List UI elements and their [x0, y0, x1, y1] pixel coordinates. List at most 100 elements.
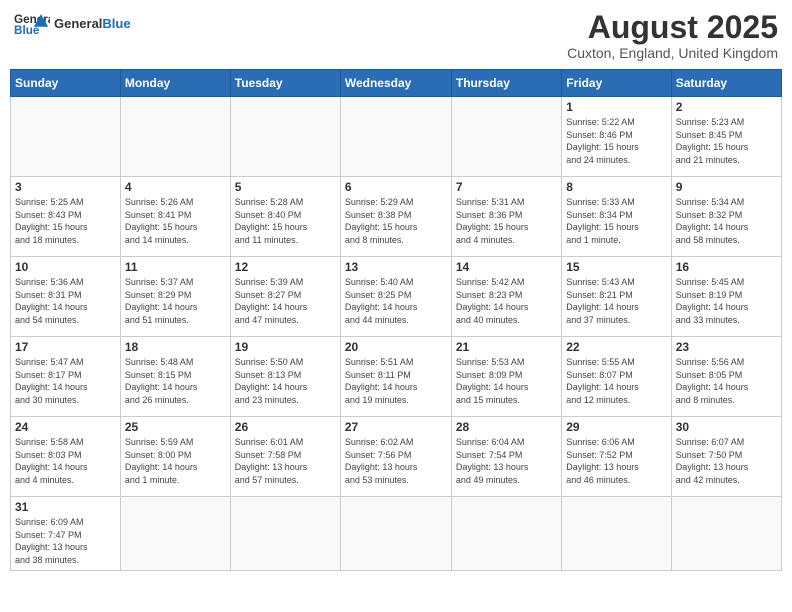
header: General Blue GeneralBlue August 2025 Cux… — [10, 10, 782, 61]
calendar-cell: 18 Sunrise: 5:48 AM Sunset: 8:15 PM Dayli… — [120, 337, 230, 417]
day-info: Sunrise: 5:56 AM Sunset: 8:05 PM Dayligh… — [676, 356, 777, 406]
calendar-cell: 7 Sunrise: 5:31 AM Sunset: 8:36 PM Daylig… — [451, 177, 561, 257]
weekday-header-friday: Friday — [562, 70, 671, 97]
day-info: Sunrise: 6:02 AM Sunset: 7:56 PM Dayligh… — [345, 436, 447, 486]
calendar-cell: 20Sunrise: 5:51 AM Sunset: 8:11 PM Dayli… — [340, 337, 451, 417]
weekday-header-monday: Monday — [120, 70, 230, 97]
calendar-cell: 29 Sunrise: 6:06 AM Sunset: 7:52 PM Dayli… — [562, 417, 671, 497]
day-info: Sunrise: 5:33 AM Sunset: 8:34 PM Dayligh… — [566, 196, 666, 246]
calendar-cell: 4Sunrise: 5:26 AM Sunset: 8:41 PM Daylig… — [120, 177, 230, 257]
weekday-header-thursday: Thursday — [451, 70, 561, 97]
calendar-table: SundayMondayTuesdayWednesdayThursdayFrid… — [10, 69, 782, 570]
calendar-cell — [120, 497, 230, 570]
calendar-cell — [340, 497, 451, 570]
day-info: Sunrise: 5:47 AM Sunset: 8:17 PM Dayligh… — [15, 356, 116, 406]
day-number: 25 — [125, 420, 226, 434]
day-number: 24 — [15, 420, 116, 434]
day-number: 18 — [125, 340, 226, 354]
day-number: 9 — [676, 180, 777, 194]
weekday-header-saturday: Saturday — [671, 70, 781, 97]
calendar-cell: 27 Sunrise: 6:02 AM Sunset: 7:56 PM Dayli… — [340, 417, 451, 497]
calendar-cell — [11, 97, 121, 177]
calendar-cell: 31 Sunrise: 6:09 AM Sunset: 7:47 PM Dayli… — [11, 497, 121, 570]
calendar-cell: 1 Sunrise: 5:22 AM Sunset: 8:46 PM Daylig… — [562, 97, 671, 177]
day-number: 27 — [345, 420, 447, 434]
day-info: Sunrise: 5:39 AM Sunset: 8:27 PM Dayligh… — [235, 276, 336, 326]
calendar-cell — [451, 97, 561, 177]
calendar-cell: 11 Sunrise: 5:37 AM Sunset: 8:29 PM Dayli… — [120, 257, 230, 337]
day-info: Sunrise: 6:07 AM Sunset: 7:50 PM Dayligh… — [676, 436, 777, 486]
day-info: Sunrise: 5:51 AM Sunset: 8:11 PM Dayligh… — [345, 356, 447, 406]
calendar-cell: 3Sunrise: 5:25 AM Sunset: 8:43 PM Daylig… — [11, 177, 121, 257]
calendar-cell — [671, 497, 781, 570]
calendar-cell: 24 Sunrise: 5:58 AM Sunset: 8:03 PM Dayli… — [11, 417, 121, 497]
calendar-cell: 25 Sunrise: 5:59 AM Sunset: 8:00 PM Dayli… — [120, 417, 230, 497]
day-info: Sunrise: 5:23 AM Sunset: 8:45 PM Dayligh… — [676, 116, 777, 166]
day-number: 8 — [566, 180, 666, 194]
day-info: Sunrise: 5:59 AM Sunset: 8:00 PM Dayligh… — [125, 436, 226, 486]
day-number: 28 — [456, 420, 557, 434]
calendar-cell: 16 Sunrise: 5:45 AM Sunset: 8:19 PM Dayli… — [671, 257, 781, 337]
calendar-cell: 21 Sunrise: 5:53 AM Sunset: 8:09 PM Dayli… — [451, 337, 561, 417]
day-info: Sunrise: 5:26 AM Sunset: 8:41 PM Dayligh… — [125, 196, 226, 246]
logo: General Blue GeneralBlue — [14, 10, 131, 38]
calendar-cell: 22Sunrise: 5:55 AM Sunset: 8:07 PM Dayli… — [562, 337, 671, 417]
day-info: Sunrise: 6:09 AM Sunset: 7:47 PM Dayligh… — [15, 516, 116, 566]
calendar-cell: 14Sunrise: 5:42 AM Sunset: 8:23 PM Dayli… — [451, 257, 561, 337]
title-area: August 2025 Cuxton, England, United King… — [567, 10, 778, 61]
day-number: 23 — [676, 340, 777, 354]
day-info: Sunrise: 5:45 AM Sunset: 8:19 PM Dayligh… — [676, 276, 777, 326]
day-info: Sunrise: 5:28 AM Sunset: 8:40 PM Dayligh… — [235, 196, 336, 246]
calendar-cell — [230, 97, 340, 177]
day-number: 11 — [125, 260, 226, 274]
calendar-cell — [230, 497, 340, 570]
calendar-cell: 13Sunrise: 5:40 AM Sunset: 8:25 PM Dayli… — [340, 257, 451, 337]
day-number: 1 — [566, 100, 666, 114]
calendar-subtitle: Cuxton, England, United Kingdom — [567, 45, 778, 61]
day-info: Sunrise: 5:22 AM Sunset: 8:46 PM Dayligh… — [566, 116, 666, 166]
calendar-cell: 28Sunrise: 6:04 AM Sunset: 7:54 PM Dayli… — [451, 417, 561, 497]
day-info: Sunrise: 5:53 AM Sunset: 8:09 PM Dayligh… — [456, 356, 557, 406]
day-info: Sunrise: 5:43 AM Sunset: 8:21 PM Dayligh… — [566, 276, 666, 326]
day-number: 31 — [15, 500, 116, 514]
day-number: 15 — [566, 260, 666, 274]
day-info: Sunrise: 5:40 AM Sunset: 8:25 PM Dayligh… — [345, 276, 447, 326]
day-number: 10 — [15, 260, 116, 274]
calendar-cell — [340, 97, 451, 177]
day-info: Sunrise: 5:58 AM Sunset: 8:03 PM Dayligh… — [15, 436, 116, 486]
calendar-cell: 8 Sunrise: 5:33 AM Sunset: 8:34 PM Daylig… — [562, 177, 671, 257]
day-number: 7 — [456, 180, 557, 194]
day-number: 17 — [15, 340, 116, 354]
day-info: Sunrise: 5:48 AM Sunset: 8:15 PM Dayligh… — [125, 356, 226, 406]
day-number: 22 — [566, 340, 666, 354]
day-info: Sunrise: 6:06 AM Sunset: 7:52 PM Dayligh… — [566, 436, 666, 486]
day-number: 21 — [456, 340, 557, 354]
calendar-cell: 9Sunrise: 5:34 AM Sunset: 8:32 PM Daylig… — [671, 177, 781, 257]
calendar-cell: 17 Sunrise: 5:47 AM Sunset: 8:17 PM Dayli… — [11, 337, 121, 417]
day-info: Sunrise: 5:25 AM Sunset: 8:43 PM Dayligh… — [15, 196, 116, 246]
day-info: Sunrise: 5:37 AM Sunset: 8:29 PM Dayligh… — [125, 276, 226, 326]
day-info: Sunrise: 5:31 AM Sunset: 8:36 PM Dayligh… — [456, 196, 557, 246]
calendar-cell — [120, 97, 230, 177]
weekday-header-sunday: Sunday — [11, 70, 121, 97]
day-number: 29 — [566, 420, 666, 434]
calendar-cell — [451, 497, 561, 570]
day-info: Sunrise: 5:29 AM Sunset: 8:38 PM Dayligh… — [345, 196, 447, 246]
day-info: Sunrise: 6:01 AM Sunset: 7:58 PM Dayligh… — [235, 436, 336, 486]
day-number: 5 — [235, 180, 336, 194]
calendar-cell: 26 Sunrise: 6:01 AM Sunset: 7:58 PM Dayli… — [230, 417, 340, 497]
calendar-cell: 6 Sunrise: 5:29 AM Sunset: 8:38 PM Daylig… — [340, 177, 451, 257]
calendar-cell: 23 Sunrise: 5:56 AM Sunset: 8:05 PM Dayli… — [671, 337, 781, 417]
day-number: 26 — [235, 420, 336, 434]
day-number: 19 — [235, 340, 336, 354]
logo-svg: General Blue — [14, 10, 50, 38]
calendar-cell: 30Sunrise: 6:07 AM Sunset: 7:50 PM Dayli… — [671, 417, 781, 497]
day-number: 14 — [456, 260, 557, 274]
calendar-cell: 5 Sunrise: 5:28 AM Sunset: 8:40 PM Daylig… — [230, 177, 340, 257]
calendar-cell: 10Sunrise: 5:36 AM Sunset: 8:31 PM Dayli… — [11, 257, 121, 337]
calendar-cell: 2 Sunrise: 5:23 AM Sunset: 8:45 PM Daylig… — [671, 97, 781, 177]
day-info: Sunrise: 5:50 AM Sunset: 8:13 PM Dayligh… — [235, 356, 336, 406]
day-number: 16 — [676, 260, 777, 274]
day-number: 6 — [345, 180, 447, 194]
day-number: 2 — [676, 100, 777, 114]
